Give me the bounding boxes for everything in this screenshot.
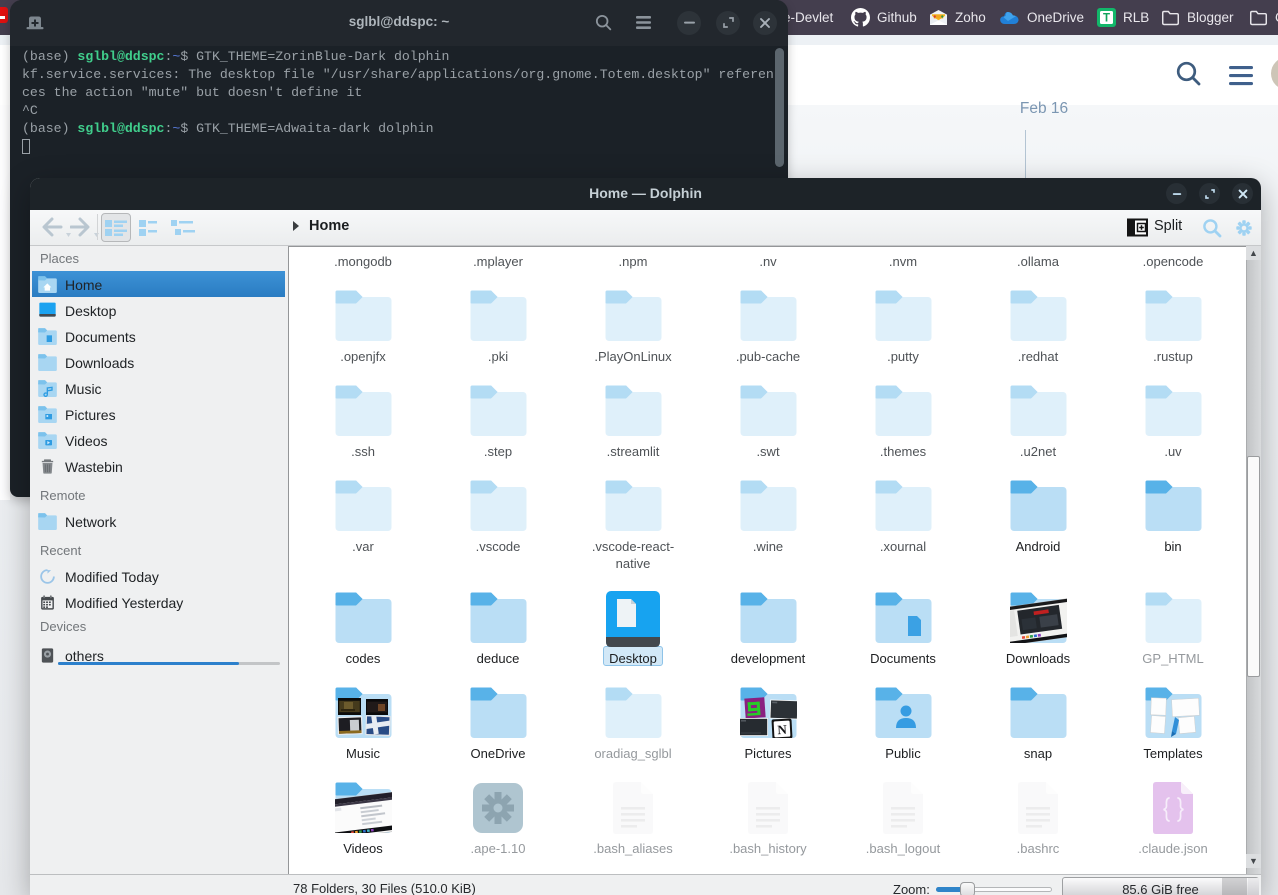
svg-text:N: N (777, 722, 788, 738)
svg-text:T: T (1103, 13, 1110, 25)
